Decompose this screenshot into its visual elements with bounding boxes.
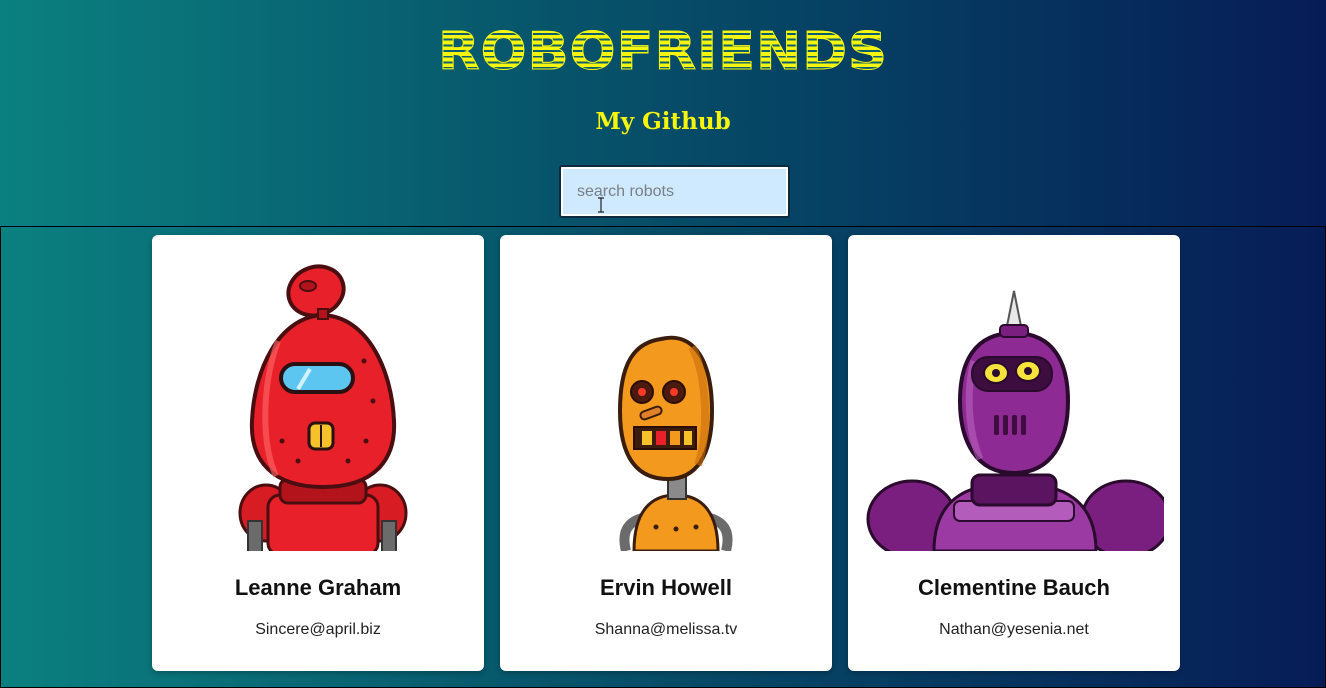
- search-input[interactable]: [559, 165, 790, 218]
- app-title: ROBOFRIENDS: [438, 21, 888, 82]
- red-robot-image: [238, 264, 408, 551]
- card-list: Leanne Graham Sincere@april.biz Ervin Ho…: [152, 235, 1180, 671]
- orange-robot-image: [617, 335, 733, 551]
- robot-name: Ervin Howell: [599, 575, 733, 600]
- robot-name: Leanne Graham: [234, 575, 402, 600]
- robot-card: Leanne Graham Sincere@april.biz: [152, 235, 484, 671]
- app-logo: ROBOFRIENDS: [0, 21, 1326, 82]
- search-box: [559, 165, 790, 218]
- github-link[interactable]: My Github: [0, 108, 1326, 135]
- robot-card: Clementine Bauch Nathan@yesenia.net: [848, 235, 1180, 671]
- card-list-scroll[interactable]: Leanne Graham Sincere@april.biz Ervin Ho…: [0, 226, 1326, 688]
- text-cursor-icon: [598, 197, 604, 213]
- robot-email: Sincere@april.biz: [255, 621, 381, 638]
- purple-robot-image: [866, 290, 1164, 551]
- robot-card: Ervin Howell Shanna@melissa.tv: [500, 235, 832, 671]
- robot-email: Nathan@yesenia.net: [939, 621, 1089, 638]
- robot-name: Clementine Bauch: [918, 575, 1110, 600]
- robot-email: Shanna@melissa.tv: [594, 621, 738, 638]
